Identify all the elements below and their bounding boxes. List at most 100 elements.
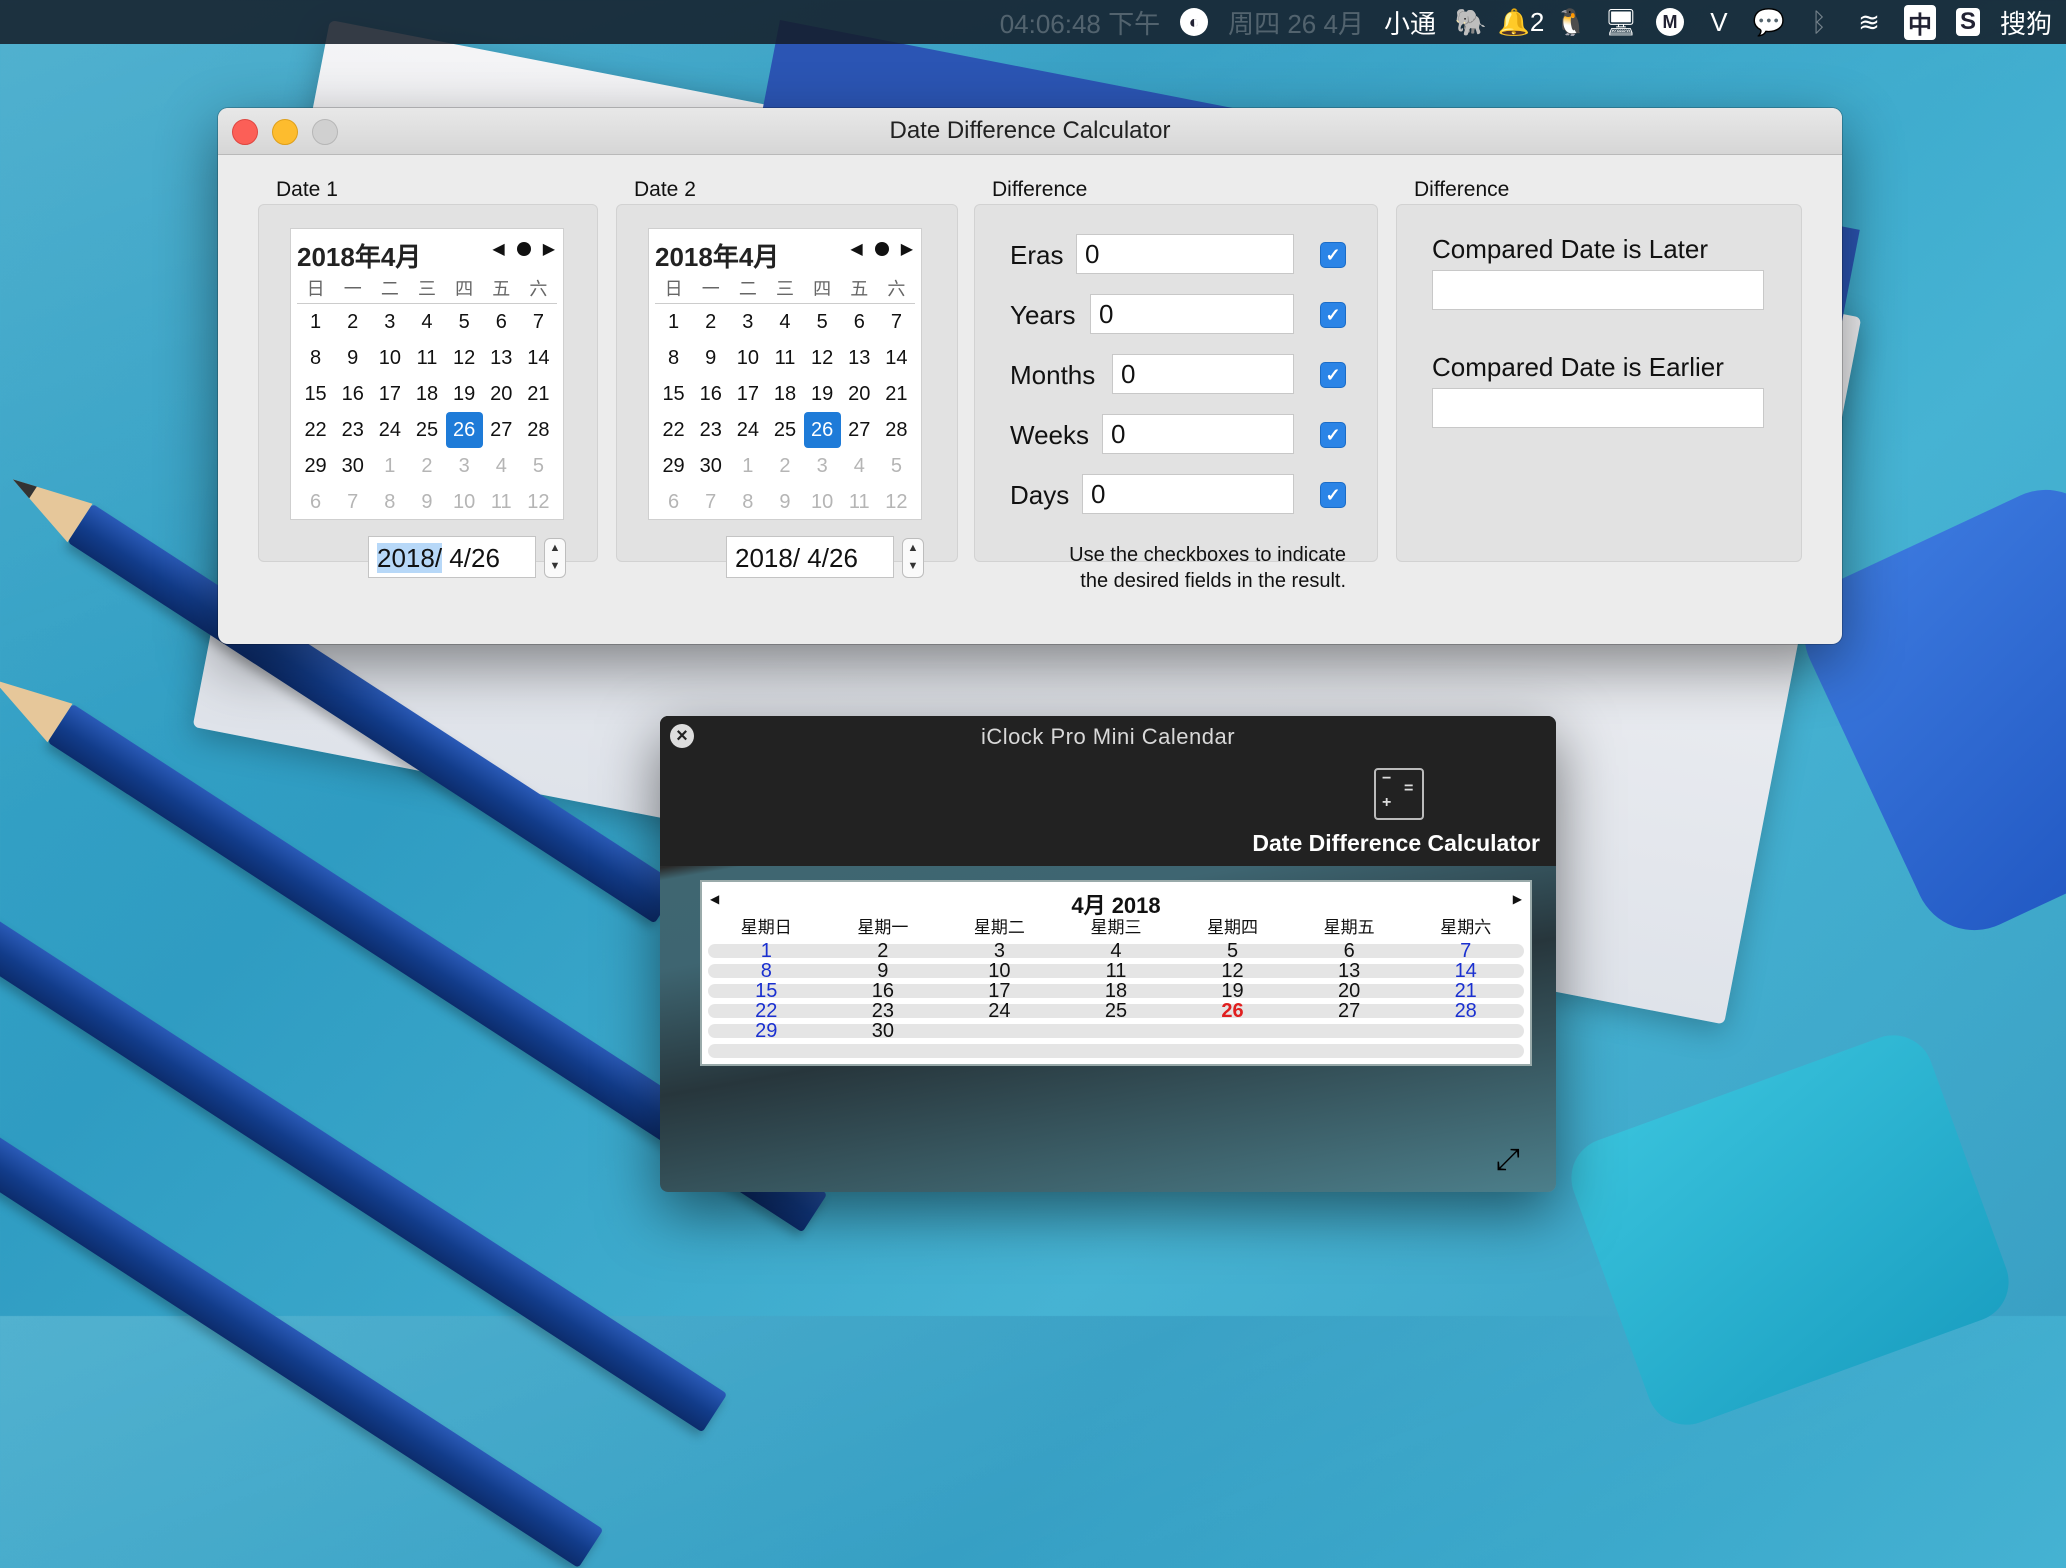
moon-icon[interactable]: ◐ — [1180, 8, 1209, 36]
earlier-result-field[interactable] — [1432, 388, 1764, 428]
mini-day[interactable]: 12 — [1174, 961, 1291, 981]
mini-day[interactable]: 2 — [825, 941, 942, 961]
mini-day[interactable]: 3 — [941, 941, 1058, 961]
calendar-day[interactable]: 23 — [692, 412, 729, 448]
calendar-day[interactable]: 6 — [297, 484, 334, 520]
weeks-input[interactable]: 0 — [1102, 414, 1294, 454]
calendar-day[interactable]: 5 — [520, 448, 557, 484]
calendar-day[interactable]: 6 — [841, 304, 878, 340]
mini-day[interactable]: 25 — [1058, 1001, 1175, 1021]
calendar-day[interactable]: 27 — [483, 412, 520, 448]
mini-day[interactable]: 4 — [1058, 941, 1175, 961]
calendar-day[interactable]: 10 — [371, 340, 408, 376]
mini-day[interactable]: 17 — [941, 981, 1058, 1001]
calendar-day[interactable]: 6 — [655, 484, 692, 520]
calendar-day[interactable]: 10 — [729, 340, 766, 376]
calendar-day[interactable]: 28 — [878, 412, 915, 448]
days-checkbox[interactable]: ✓ — [1320, 482, 1346, 508]
menubar-app-label[interactable]: 小通 — [1384, 4, 1436, 41]
mini-day[interactable]: 11 — [1058, 961, 1175, 981]
calendar-day[interactable]: 2 — [408, 448, 445, 484]
calendar-day[interactable]: 12 — [878, 484, 915, 520]
mini-day[interactable]: 10 — [941, 961, 1058, 981]
wechat-icon[interactable]: 💬 — [1753, 7, 1785, 37]
calendar-day[interactable]: 9 — [692, 340, 729, 376]
mini-day[interactable]: 19 — [1174, 981, 1291, 1001]
evernote-icon[interactable]: 🐘 — [1455, 7, 1487, 37]
input-method-indicator[interactable]: 中 — [1903, 4, 1936, 40]
calculator-icon[interactable]: − + = — [1374, 768, 1424, 820]
date1-year-segment[interactable]: 2018/ — [377, 543, 443, 573]
calendar-day[interactable]: 19 — [804, 376, 841, 412]
calendar-day[interactable]: 29 — [655, 448, 692, 484]
calendar-day[interactable]: 8 — [655, 340, 692, 376]
calendar-day[interactable]: 8 — [297, 340, 334, 376]
mini-day[interactable]: 6 — [1291, 941, 1408, 961]
calendar-day[interactable]: 29 — [297, 448, 334, 484]
mini-day[interactable]: 24 — [941, 1001, 1058, 1021]
calendar-day[interactable]: 20 — [483, 376, 520, 412]
calendar-day[interactable]: 16 — [334, 376, 371, 412]
next-month-icon[interactable]: ▶ — [1513, 892, 1522, 906]
calendar-day[interactable]: 1 — [729, 448, 766, 484]
calendar-day[interactable]: 22 — [655, 412, 692, 448]
bluetooth-icon[interactable]: ᛒ — [1804, 7, 1834, 37]
mini-day[interactable]: 8 — [708, 961, 825, 981]
calendar-day[interactable]: 10 — [804, 484, 841, 520]
date-difference-tool-label[interactable]: Date Difference Calculator — [1252, 830, 1540, 857]
calendar-day[interactable]: 17 — [371, 376, 408, 412]
v-app-icon[interactable]: V — [1704, 7, 1734, 37]
prev-month-icon[interactable]: ◀ — [850, 239, 862, 259]
prev-month-icon[interactable]: ◀ — [492, 239, 504, 259]
calendar-day[interactable]: 26 — [445, 412, 483, 448]
calendar-day[interactable]: 15 — [655, 376, 692, 412]
calendar-day[interactable]: 1 — [655, 304, 692, 340]
calendar-day[interactable]: 12 — [446, 340, 483, 376]
sogou-label[interactable]: 搜狗 — [2000, 4, 2052, 41]
mini-day[interactable]: 26 — [1174, 1001, 1291, 1021]
calendar-day[interactable]: 13 — [841, 340, 878, 376]
calendar-day[interactable]: 5 — [878, 448, 915, 484]
calendar-day[interactable]: 22 — [297, 412, 334, 448]
calendar-day[interactable]: 6 — [483, 304, 520, 340]
wifi-icon[interactable]: ≋ — [1854, 7, 1884, 37]
calendar-day[interactable]: 7 — [334, 484, 371, 520]
calendar-day[interactable]: 9 — [766, 484, 803, 520]
calendar-day[interactable]: 4 — [766, 304, 803, 340]
calendar-day[interactable]: 24 — [729, 412, 766, 448]
calendar-day[interactable]: 3 — [804, 448, 841, 484]
calendar-day[interactable]: 7 — [692, 484, 729, 520]
mini-day[interactable]: 22 — [708, 1001, 825, 1021]
mini-day[interactable]: 29 — [708, 1021, 825, 1041]
mini-day[interactable]: 15 — [708, 981, 825, 1001]
calendar-day[interactable]: 17 — [729, 376, 766, 412]
calendar-day[interactable]: 10 — [446, 484, 483, 520]
menubar-clock[interactable]: 04:06:48 下午 — [1000, 4, 1160, 41]
calendar-day[interactable]: 12 — [804, 340, 841, 376]
qq-badge-icon[interactable]: 🔔 2 — [1498, 7, 1545, 37]
calendar-day[interactable]: 12 — [520, 484, 557, 520]
today-dot-icon[interactable] — [874, 242, 889, 256]
calendar-day[interactable]: 11 — [841, 484, 878, 520]
qq-icon[interactable]: 🐧 — [1555, 7, 1587, 37]
date1-field[interactable]: 2018/ 4/26 — [368, 536, 536, 578]
mini-day[interactable]: 14 — [1407, 961, 1524, 981]
calendar-day[interactable]: 25 — [408, 412, 445, 448]
years-input[interactable]: 0 — [1090, 294, 1294, 334]
calendar-day[interactable]: 23 — [334, 412, 371, 448]
calendar-day[interactable]: 4 — [841, 448, 878, 484]
expand-icon[interactable]: ⤢ — [1490, 1142, 1526, 1178]
months-checkbox[interactable]: ✓ — [1320, 362, 1346, 388]
mini-day[interactable]: 28 — [1407, 1001, 1524, 1021]
calendar-day[interactable]: 11 — [408, 340, 445, 376]
eras-checkbox[interactable]: ✓ — [1320, 242, 1346, 268]
calendar-day[interactable]: 20 — [841, 376, 878, 412]
mini-day[interactable]: 18 — [1058, 981, 1175, 1001]
calendar-day[interactable]: 1 — [371, 448, 408, 484]
calendar-day[interactable]: 25 — [766, 412, 803, 448]
next-month-icon[interactable]: ▶ — [543, 239, 555, 259]
calendar-day[interactable]: 5 — [804, 304, 841, 340]
date2-field[interactable]: 2018/ 4/26 — [726, 536, 894, 578]
years-checkbox[interactable]: ✓ — [1320, 302, 1346, 328]
calendar-day[interactable]: 8 — [729, 484, 766, 520]
